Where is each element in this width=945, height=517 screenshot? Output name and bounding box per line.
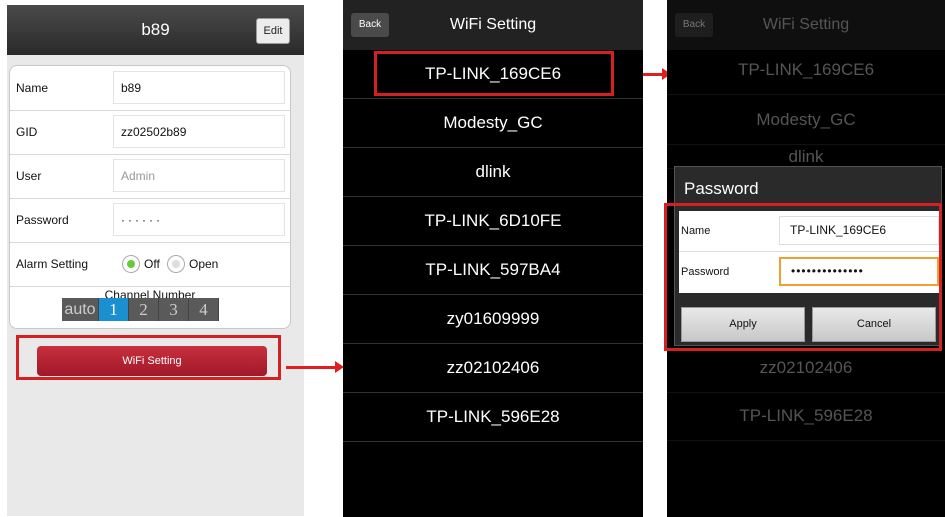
password-label: Password [16, 213, 69, 227]
title-bar: WiFi Setting Back [343, 0, 643, 50]
channel-option-auto[interactable]: auto [62, 298, 99, 321]
name-label: Name [16, 81, 49, 95]
name-row: Name b89 [10, 66, 290, 111]
radio-selected-dot [127, 260, 135, 268]
title-bar: WiFi Setting Back [667, 0, 945, 50]
channel-option-3[interactable]: 3 [159, 298, 189, 321]
alarm-off-radio[interactable] [122, 255, 140, 273]
wifi-item: zz02102406 [667, 344, 945, 393]
selected-network-highlight [374, 51, 614, 96]
wifi-item: TP-LINK_169CE6 [667, 46, 945, 95]
alarm-label: Alarm Setting [16, 257, 89, 271]
dialog-form-highlight [664, 203, 942, 351]
user-field[interactable]: Admin [113, 159, 285, 192]
wifi-item[interactable]: Modesty_GC [343, 99, 643, 148]
channel-option-1[interactable]: 1 [99, 298, 129, 321]
wifi-button-highlight [16, 335, 281, 380]
wifi-item[interactable]: TP-LINK_596E28 [343, 393, 643, 442]
channel-option-4[interactable]: 4 [189, 298, 219, 321]
password-field[interactable]: ······ [113, 203, 285, 236]
wifi-item[interactable]: TP-LINK_6D10FE [343, 197, 643, 246]
gid-row: GID zz02502b89 [10, 110, 290, 155]
back-button[interactable]: Back [675, 13, 713, 37]
alarm-off-label: Off [144, 257, 160, 271]
user-label: User [16, 169, 42, 183]
alarm-open-label: Open [189, 257, 219, 271]
name-field[interactable]: b89 [113, 71, 285, 104]
password-row: Password ······ [10, 198, 290, 243]
alarm-open-radio[interactable] [167, 255, 185, 273]
dialog-title: Password [684, 179, 759, 198]
wifi-item: TP-LINK_596E28 [667, 392, 945, 441]
arrow-right-icon [286, 361, 344, 373]
title-bar: b89 Edit [7, 5, 304, 55]
edit-button[interactable]: Edit [256, 18, 290, 44]
user-row: User Admin [10, 154, 290, 199]
back-button[interactable]: Back [351, 13, 389, 37]
wifi-item[interactable]: dlink [343, 148, 643, 197]
gid-label: GID [16, 125, 38, 139]
wifi-item[interactable]: TP-LINK_597BA4 [343, 246, 643, 295]
wifi-item: Modesty_GC [667, 96, 945, 145]
alarm-row: Alarm Setting Off Open [10, 242, 290, 287]
device-form: Name b89 GID zz02502b89 User Admin Passw… [9, 65, 291, 329]
channel-option-2[interactable]: 2 [129, 298, 159, 321]
wifi-item[interactable]: zz02102406 [343, 344, 643, 393]
gid-field[interactable]: zz02502b89 [113, 115, 285, 148]
device-settings-screen: b89 Edit Name b89 GID zz02502b89 User Ad… [7, 5, 304, 516]
radio-unselected-dot [172, 260, 180, 268]
wifi-item[interactable]: zy01609999 [343, 295, 643, 344]
